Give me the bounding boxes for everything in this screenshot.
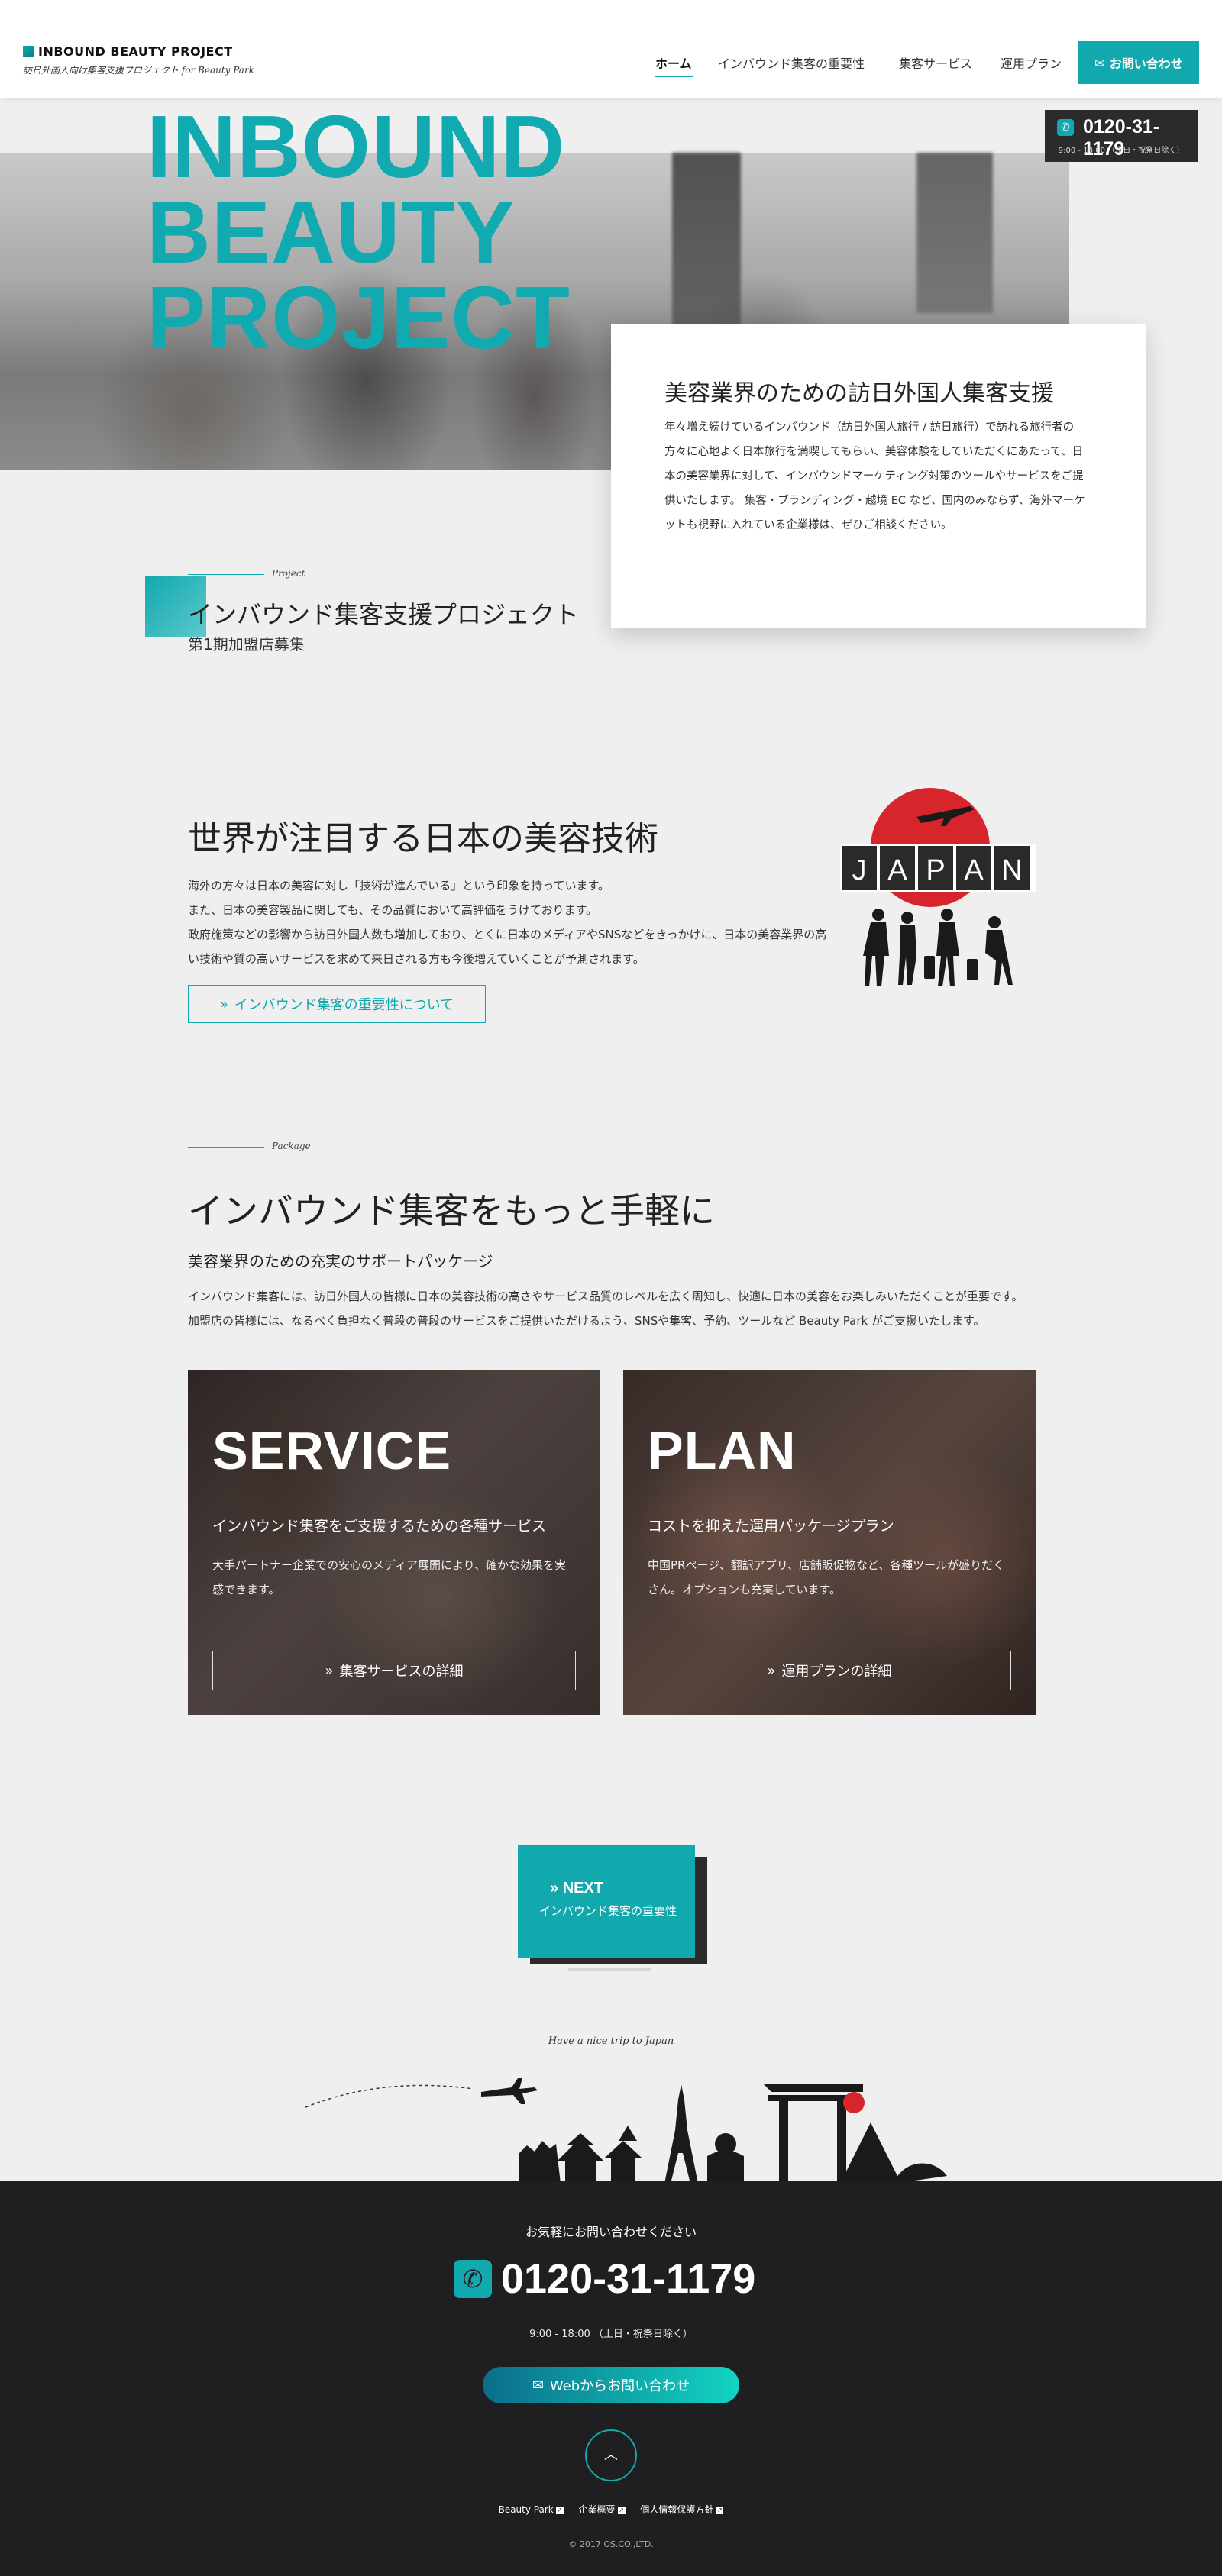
external-link-icon: ↗ [555, 2506, 564, 2514]
service-details-button-label: 集客サービスの詳細 [339, 1664, 464, 1680]
mail-icon: ✉ [532, 2377, 544, 2394]
nav-services[interactable]: 集客サービス [899, 53, 972, 72]
hero-title-line: INBOUND [147, 97, 566, 196]
section-label-line [188, 574, 264, 575]
hero-building [916, 153, 993, 313]
copyright: © 2017 OS.CO.,LTD. [568, 2539, 654, 2549]
japan-travel-illustration: J A P A N [840, 788, 1036, 986]
package-heading: PLAN [648, 1421, 797, 1480]
web-contact-button[interactable]: ✉ Webからお問い合わせ [483, 2367, 739, 2403]
back-to-top-button[interactable]: ︿ [585, 2429, 637, 2481]
setting-sun [843, 2092, 865, 2113]
hero-building [672, 153, 741, 344]
plan-package-card: PLAN コストを抑えた運用パッケージプラン 中国PRページ、翻訳アプリ、店舗販… [623, 1370, 1036, 1715]
nav-active-indicator [655, 76, 693, 77]
package-body: 中国PRページ、翻訳アプリ、店舗販促物など、各種ツールが盛りだくさん。オプション… [648, 1558, 1005, 1596]
business-hours: 9:00 - 18:00 （土日・祝祭日除く） [1058, 147, 1185, 155]
external-link-icon: ↗ [617, 2506, 626, 2514]
next-label: » NEXT [550, 1880, 604, 1896]
logo-title[interactable]: INBOUND BEAUTY PROJECT [38, 44, 233, 59]
chevron-up-icon: ︿ [604, 2447, 618, 2463]
chevron-double-right-icon: » [325, 1662, 334, 1679]
footer-link-company[interactable]: 企業概要 ↗ [579, 2504, 626, 2515]
body-line: また、日本の美容製品に関しても、その品質において高評価をうけております。 [188, 903, 597, 917]
project-subtitle: 第1期加盟店募集 [188, 635, 305, 654]
hero-title-line: PROJECT [147, 268, 571, 367]
service-package-card: SERVICE インバウンド集客をご支援するための各種サービス 大手パートナー企… [188, 1370, 600, 1715]
contact-button[interactable]: ✉ お問い合わせ [1078, 41, 1199, 84]
section-body: 海外の方々は日本の美容に対し「技術が進んでいる」という印象を持っています。 また… [188, 873, 829, 971]
japan-letter: A [964, 854, 984, 886]
body-line: インバウンド集客には、訪日外国人の皆様に日本の美容技術の高さやサービス品質のレベ… [188, 1290, 1023, 1303]
section-body: インバウンド集客には、訪日外国人の皆様に日本の美容技術の高さやサービス品質のレベ… [188, 1284, 1036, 1333]
nav-plans[interactable]: 運用プラン [1001, 53, 1062, 72]
body-line: 海外の方々は日本の美容に対し「技術が進んでいる」という印象を持っています。 [188, 879, 610, 893]
phone-icon: ✆ [454, 2260, 492, 2298]
hero-card: 美容業界のための訪日外国人集客支援 年々増え続けているインバウンド（訪日外国人旅… [611, 324, 1146, 628]
phone-badge[interactable]: ✆ 0120-31-1179 9:00 - 18:00 （土日・祝祭日除く） [1045, 110, 1198, 162]
chevron-double-right-icon: » [219, 996, 228, 1012]
logo-subtitle: 訪日外国人向け集客支援プロジェクト for Beauty Park [23, 65, 254, 76]
traveler-silhouettes [863, 909, 1013, 986]
chevron-double-right-icon: » [767, 1662, 776, 1679]
japan-sign: J A P A N [840, 844, 1036, 892]
external-link-icon: ↗ [716, 2506, 724, 2514]
japan-skyline-illustration [305, 2078, 947, 2184]
japan-letter: J [852, 854, 867, 886]
inbound-importance-button[interactable]: » インバウンド集客の重要性について [188, 985, 486, 1023]
section-label-project: Project [272, 568, 306, 579]
plan-details-button[interactable]: » 運用プランの詳細 [648, 1651, 1011, 1690]
site-footer: お気軽にお問い合わせください ✆ 0120-31-1179 9:00 - 18:… [0, 2181, 1222, 2576]
body-line: 加盟店の皆様には、なるべく負担なく普段の普段のサービスをご提供いただけるよう、S… [188, 1314, 985, 1328]
nav-inbound-importance[interactable]: インバウンド集客の重要性 [718, 53, 865, 72]
service-details-button[interactable]: » 集客サービスの詳細 [212, 1651, 576, 1690]
web-contact-button-label: Webからお問い合わせ [549, 2378, 690, 2394]
footer-link-beauty-park[interactable]: Beauty Park ↗ [499, 2504, 564, 2515]
trip-caption: Have a nice trip to Japan [548, 2035, 674, 2047]
next-page-title: インバウンド集客の重要性 [539, 1904, 677, 1918]
section-label-line [188, 1147, 264, 1148]
project-title: インバウンド集客支援プロジェクト [188, 600, 580, 629]
airplane-icon [481, 2078, 538, 2104]
section-title-package: インバウンド集客をもっと手軽に [188, 1190, 715, 1232]
section-label-package: Package [272, 1141, 311, 1151]
footer-phone-number: 0120-31-1179 [501, 2256, 756, 2302]
hero-card-title: 美容業界のための訪日外国人集客支援 [664, 380, 1054, 407]
logo-mark-icon[interactable] [23, 46, 34, 57]
package-subtitle: インバウンド集客をご支援するための各種サービス [212, 1518, 547, 1535]
japan-letter: P [926, 854, 945, 886]
contact-button-label: お問い合わせ [1109, 56, 1183, 71]
package-heading: SERVICE [212, 1421, 452, 1480]
next-underline [568, 1968, 651, 1971]
inbound-importance-button-label: インバウンド集客の重要性について [234, 997, 454, 1013]
footer-ask: お気軽にお問い合わせください [525, 2225, 697, 2239]
footer-phone[interactable]: ✆ 0120-31-1179 [454, 2255, 774, 2309]
body-line: 政府施策などの影響から訪日外国人数も増加しており、とくに日本のメディアやSNSな… [188, 928, 827, 966]
plan-details-button-label: 運用プランの詳細 [781, 1664, 892, 1680]
section-subtitle-package: 美容業界のための充実のサポートパッケージ [188, 1252, 493, 1270]
phone-icon: ✆ [1057, 119, 1074, 136]
hero-title-line: BEAUTY [147, 182, 516, 282]
next-page-button[interactable]: » NEXT インバウンド集客の重要性 [518, 1845, 695, 1958]
footer-hours: 9:00 - 18:00 （土日・祝祭日除く） [529, 2329, 693, 2340]
japan-letter: A [887, 854, 907, 886]
site-header: INBOUND BEAUTY PROJECT 訪日外国人向け集客支援プロジェクト… [0, 0, 1222, 98]
mail-icon: ✉ [1094, 55, 1105, 70]
section-title-beauty-tech: 世界が注目する日本の美容技術 [188, 819, 658, 858]
package-subtitle: コストを抑えた運用パッケージプラン [648, 1518, 894, 1535]
footer-links: Beauty Park ↗ 企業概要 ↗ 個人情報保護方針 ↗ [0, 2503, 1222, 2516]
hero-title: INBOUND BEAUTY PROJECT [147, 97, 571, 367]
japan-letter: N [1001, 854, 1022, 886]
footer-link-privacy[interactable]: 個人情報保護方針 ↗ [640, 2504, 724, 2515]
nav-home[interactable]: ホーム [655, 53, 692, 72]
package-body: 大手パートナー企業での安心のメディア展開により、確かな効果を実感できます。 [212, 1558, 567, 1596]
hero-card-body: 年々増え続けているインバウンド（訪日外国人旅行 / 訪日旅行）で訪れる旅行者の方… [664, 421, 1085, 531]
